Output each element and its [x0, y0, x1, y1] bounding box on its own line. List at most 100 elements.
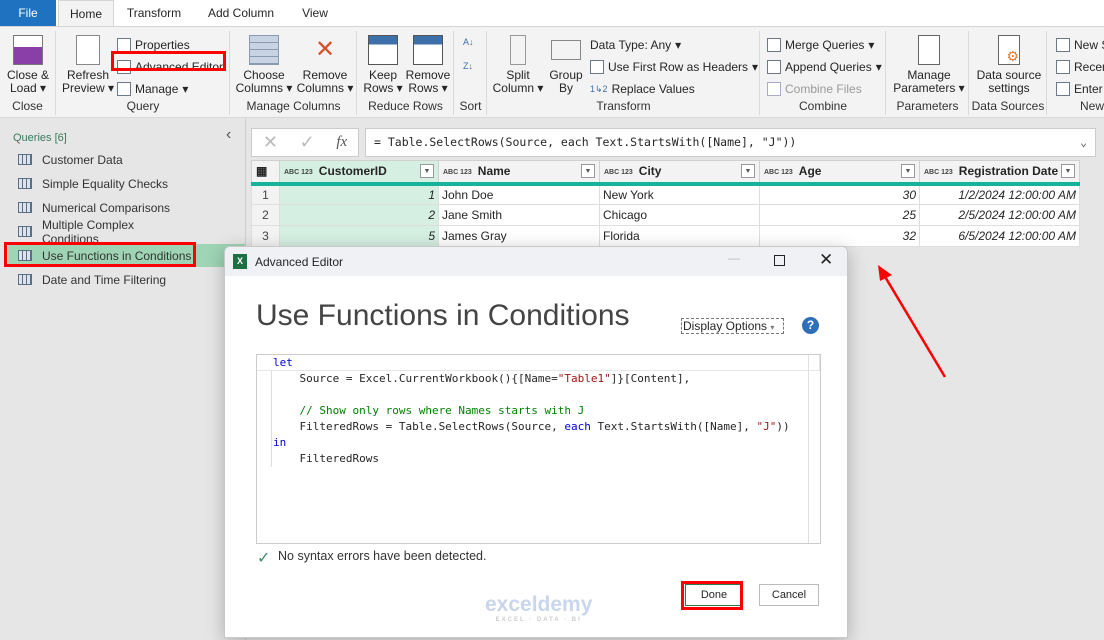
- cell[interactable]: Jane Smith: [438, 204, 600, 226]
- cell[interactable]: New York: [599, 183, 760, 205]
- query-item[interactable]: Multiple Complex Conditions: [8, 218, 194, 246]
- row-number[interactable]: 2: [251, 204, 280, 226]
- cell[interactable]: 1/2/2024 12:00:00 AM: [919, 183, 1080, 205]
- cancel-formula-icon[interactable]: ✕: [263, 132, 278, 153]
- cell[interactable]: 32: [759, 225, 920, 247]
- sort-ascending-icon[interactable]: A↓: [463, 33, 474, 51]
- sort-descending-icon[interactable]: Z↓: [463, 57, 473, 75]
- replace-values-button[interactable]: 1↳2 Replace Values: [590, 80, 695, 98]
- label: Load: [9, 81, 37, 95]
- minimize-button[interactable]: —: [728, 251, 740, 265]
- column-header[interactable]: ABC 123 City ▼: [599, 160, 760, 186]
- query-item[interactable]: Customer Data: [8, 148, 194, 171]
- manage-button[interactable]: Manage ▾: [117, 80, 188, 98]
- choose-columns-button[interactable]: Choose Columns ▾: [235, 35, 293, 95]
- tab-add-column[interactable]: Add Column: [196, 0, 286, 27]
- ribbon: Close & Load ▾ Close Refresh Preview ▾ Pro…: [0, 26, 1104, 118]
- cell[interactable]: 1: [279, 183, 439, 205]
- label: settings: [988, 81, 1030, 95]
- cell[interactable]: Chicago: [599, 204, 760, 226]
- group-label: Close: [12, 99, 43, 113]
- close-load-button[interactable]: Close & Load ▾: [4, 35, 52, 95]
- cell[interactable]: 25: [759, 204, 920, 226]
- excel-icon: X: [233, 254, 247, 269]
- cell[interactable]: 6/5/2024 12:00:00 AM: [919, 225, 1080, 247]
- append-queries-button[interactable]: Append Queries ▾: [767, 58, 882, 76]
- table-icon: [18, 154, 32, 165]
- highlight-advanced-editor: [111, 51, 226, 71]
- fx-icon[interactable]: fx: [336, 134, 347, 151]
- remove-rows-button[interactable]: Remove Rows ▾: [404, 35, 452, 95]
- query-item[interactable]: Simple Equality Checks: [8, 172, 194, 195]
- keep-rows-button[interactable]: Keep Rows ▾: [362, 35, 404, 95]
- cell[interactable]: 5: [279, 225, 439, 247]
- label: Preview: [61, 81, 105, 95]
- use-first-row-headers-button[interactable]: Use First Row as Headers ▾: [590, 58, 758, 76]
- manage-parameters-button[interactable]: Manage Parameters ▾: [891, 35, 967, 95]
- query-item[interactable]: Numerical Comparisons: [8, 196, 194, 219]
- dropdown-icon[interactable]: ▼: [901, 164, 915, 178]
- tab-home[interactable]: Home: [58, 0, 114, 28]
- row-number[interactable]: 3: [251, 225, 280, 247]
- column-header[interactable]: ABC 123 CustomerID ▼: [279, 160, 439, 186]
- column-header[interactable]: ABC 123 Age ▼: [759, 160, 920, 186]
- cell[interactable]: John Doe: [438, 183, 600, 205]
- combine-files-button[interactable]: Combine Files: [767, 80, 862, 98]
- type-icon: ABC 123: [604, 168, 633, 176]
- refresh-preview-button[interactable]: Refresh Preview ▾: [61, 35, 115, 95]
- new-source-button[interactable]: New S: [1056, 36, 1104, 54]
- append-icon: [767, 60, 781, 74]
- highlight-selected-query: [4, 242, 196, 267]
- remove-columns-button[interactable]: ✕ Remove Columns ▾: [295, 35, 355, 95]
- enter-data-button[interactable]: Enter: [1056, 80, 1103, 98]
- filter-icon[interactable]: ▼: [581, 164, 595, 178]
- dropdown-icon[interactable]: ▼: [1061, 164, 1075, 178]
- tab-file[interactable]: File: [0, 0, 56, 27]
- tab-view[interactable]: View: [290, 0, 340, 27]
- maximize-button[interactable]: [774, 255, 785, 266]
- row-number[interactable]: 1: [251, 183, 280, 205]
- group-by-icon: [551, 40, 581, 60]
- query-label: Date and Time Filtering: [42, 272, 167, 287]
- query-item[interactable]: Date and Time Filtering: [8, 268, 194, 291]
- data-type-dropdown[interactable]: Data Type: Any ▾: [590, 36, 681, 54]
- label: Data Type: Any: [590, 38, 672, 52]
- help-icon[interactable]: ?: [802, 317, 819, 334]
- table-menu-icon[interactable]: ▦: [251, 160, 280, 186]
- parameters-icon: [918, 35, 940, 65]
- split-column-button[interactable]: Split Column ▾: [492, 35, 544, 95]
- expand-formula-icon[interactable]: ⌄: [1080, 129, 1087, 156]
- formula-input[interactable]: = Table.SelectRows(Source, each Text.Sta…: [365, 128, 1096, 157]
- query-label: Simple Equality Checks: [42, 176, 169, 191]
- cancel-button[interactable]: Cancel: [759, 584, 819, 606]
- watermark: exceldemy EXCEL · DATA · BI: [485, 593, 592, 623]
- dropdown-icon[interactable]: ▼: [420, 164, 434, 178]
- group-label: Data Sources: [971, 99, 1045, 113]
- scrollbar[interactable]: [808, 355, 820, 543]
- dropdown-icon[interactable]: ▼: [741, 164, 755, 178]
- collapse-pane-icon[interactable]: ‹: [226, 126, 231, 144]
- recent-icon: [1056, 60, 1070, 74]
- code-token: each: [564, 420, 591, 433]
- cell[interactable]: 30: [759, 183, 920, 205]
- cell[interactable]: 2: [279, 204, 439, 226]
- code-line: FilteredRows = Table.SelectRows(Source, …: [273, 419, 789, 435]
- display-options-dropdown[interactable]: Display Options ▾: [681, 318, 784, 334]
- cell[interactable]: Florida: [599, 225, 760, 247]
- group-by-button[interactable]: Group By: [546, 35, 586, 95]
- group-label: Reduce Rows: [368, 99, 443, 113]
- close-button[interactable]: ✕: [819, 250, 833, 270]
- code-token: "J": [756, 420, 777, 433]
- confirm-formula-icon[interactable]: ✓: [300, 132, 315, 153]
- column-header[interactable]: ABC 123 Registration Date ▼: [919, 160, 1080, 186]
- cell[interactable]: 2/5/2024 12:00:00 AM: [919, 204, 1080, 226]
- group-label: Transform: [596, 99, 651, 113]
- column-header[interactable]: ABC 123 Name ▼: [438, 160, 600, 186]
- recent-sources-button[interactable]: Recen: [1056, 58, 1104, 76]
- watermark-name: exceldemy: [485, 593, 593, 616]
- merge-queries-button[interactable]: Merge Queries ▾: [767, 36, 874, 54]
- data-source-settings-button[interactable]: ⚙ Data source settings: [972, 35, 1046, 95]
- code-editor[interactable]: let Source = Excel.CurrentWorkbook(){[Na…: [256, 354, 821, 544]
- cell[interactable]: James Gray: [438, 225, 600, 247]
- tab-transform[interactable]: Transform: [118, 0, 190, 27]
